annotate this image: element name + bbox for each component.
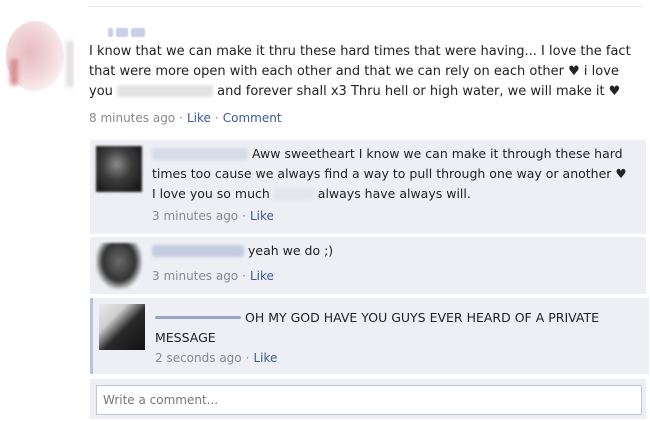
commenter-avatar[interactable] (96, 146, 142, 192)
commenter-name-redacted[interactable] (152, 148, 248, 160)
comment-composer (90, 379, 646, 419)
comment-text: OH MY GOD HAVE YOU GUYS EVER HEARD OF A … (155, 308, 635, 348)
comment-text: yeah we do ;) (152, 241, 632, 261)
commenter-avatar[interactable] (99, 304, 145, 350)
comment-timestamp[interactable]: 3 minutes ago (152, 209, 238, 223)
commenter-name-redacted[interactable] (155, 316, 241, 319)
post-comment-link[interactable]: Comment (223, 111, 282, 125)
comment-like-link[interactable]: Like (253, 351, 277, 365)
comment-item: OH MY GOD HAVE YOU GUYS EVER HEARD OF A … (90, 298, 649, 374)
comment-input[interactable] (96, 385, 642, 415)
comment-text-part-2: always have always will. (317, 186, 471, 201)
comment-meta: 2 seconds ago · Like (155, 351, 277, 365)
post-text: I know that we can make it thru these ha… (89, 42, 641, 102)
post-author-name-redacted[interactable] (108, 22, 148, 37)
comment-like-link[interactable]: Like (250, 209, 274, 223)
post-like-link[interactable]: Like (187, 111, 211, 125)
comment-like-link[interactable]: Like (250, 269, 274, 283)
comment-timestamp[interactable]: 3 minutes ago (152, 269, 238, 283)
post-author-avatar[interactable] (2, 19, 74, 95)
comment-timestamp[interactable]: 2 seconds ago (155, 351, 242, 365)
comment-meta: 3 minutes ago · Like (152, 209, 274, 223)
post-text-part-2: and forever shall x3 Thru hell or high w… (217, 84, 621, 99)
redacted-name (273, 188, 314, 200)
separator: · (242, 269, 246, 283)
commenter-avatar[interactable] (96, 243, 142, 289)
divider (88, 6, 642, 7)
separator: · (179, 111, 183, 125)
comment-text: Aww sweetheart I know we can make it thr… (152, 144, 632, 204)
post-meta: 8 minutes ago · Like · Comment (89, 111, 282, 125)
separator: · (214, 111, 219, 125)
redacted-name (117, 85, 214, 97)
comment-text-part-1: yeah we do ;) (247, 243, 334, 258)
separator: · (245, 351, 250, 365)
comment-item: Aww sweetheart I know we can make it thr… (90, 140, 646, 234)
separator: · (242, 209, 246, 223)
post-timestamp[interactable]: 8 minutes ago (89, 111, 175, 125)
comment-item: yeah we do ;) 3 minutes ago · Like (90, 237, 646, 294)
commenter-name-redacted[interactable] (152, 245, 244, 257)
comment-meta: 3 minutes ago · Like (152, 269, 274, 283)
